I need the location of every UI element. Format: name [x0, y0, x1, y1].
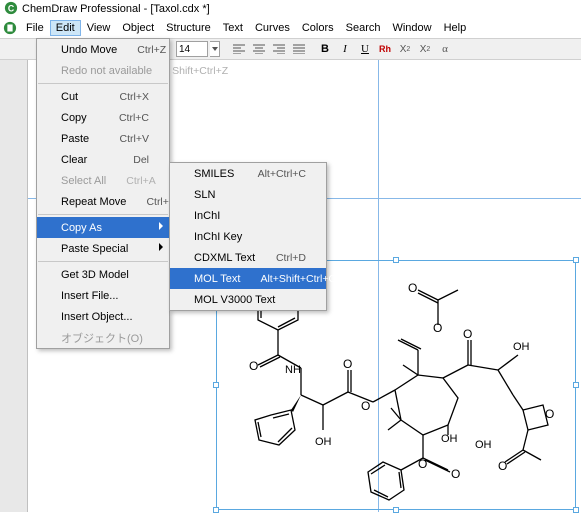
subscript-button[interactable]: X2	[396, 40, 414, 58]
menuitem-copyas[interactable]: Copy As	[37, 217, 169, 238]
menuitem-pastespecial[interactable]: Paste Special	[37, 238, 169, 259]
menu-colors[interactable]: Colors	[296, 20, 340, 36]
svg-text:O: O	[451, 467, 460, 481]
formula-button[interactable]: Rh	[376, 40, 394, 58]
edit-menu: Undo MoveCtrl+Z Redo not availableShift+…	[36, 38, 170, 349]
align-justify-icon[interactable]	[290, 40, 308, 58]
svg-text:OH: OH	[441, 433, 458, 445]
svg-text:OH: OH	[513, 341, 530, 353]
symbol-button[interactable]: α	[436, 40, 454, 58]
menu-object[interactable]: Object	[116, 20, 160, 36]
align-left-icon[interactable]	[230, 40, 248, 58]
menuitem-inchikey[interactable]: InChI Key	[170, 226, 326, 247]
align-center-icon[interactable]	[250, 40, 268, 58]
copyas-submenu: SMILESAlt+Ctrl+C SLN InChI InChI Key CDX…	[169, 162, 327, 311]
svg-text:OH: OH	[315, 436, 332, 448]
svg-text:O: O	[249, 359, 258, 373]
svg-text:NH: NH	[285, 364, 301, 376]
menu-window[interactable]: Window	[386, 20, 437, 36]
svg-text:O: O	[433, 321, 442, 335]
resize-handle[interactable]	[393, 257, 399, 263]
menubar: File Edit View Object Structure Text Cur…	[0, 18, 581, 38]
menu-view[interactable]: View	[81, 20, 117, 36]
fontsize-dropdown[interactable]	[210, 41, 220, 57]
menuitem-selectall: Select AllCtrl+A	[37, 170, 169, 191]
menuitem-inchi[interactable]: InChI	[170, 205, 326, 226]
menuitem-objekt: オブジェクト(O)	[37, 327, 169, 348]
menuitem-insertfile[interactable]: Insert File...	[37, 285, 169, 306]
menu-text[interactable]: Text	[217, 20, 249, 36]
menuitem-moltext[interactable]: MOL TextAlt+Shift+Ctrl+O	[170, 268, 326, 289]
svg-text:O: O	[361, 399, 370, 413]
menuitem-redo: Redo not availableShift+Ctrl+Z	[37, 60, 169, 81]
svg-text:O: O	[343, 357, 352, 371]
menu-search[interactable]: Search	[340, 20, 387, 36]
menuitem-copy[interactable]: CopyCtrl+C	[37, 107, 169, 128]
menuitem-repeat[interactable]: Repeat MoveCtrl+Y	[37, 191, 169, 212]
menuitem-clear[interactable]: ClearDel	[37, 149, 169, 170]
svg-text:O: O	[463, 327, 472, 341]
menu-structure[interactable]: Structure	[160, 20, 217, 36]
menu-help[interactable]: Help	[438, 20, 473, 36]
app-icon: C	[4, 1, 18, 18]
submenu-arrow-icon	[159, 222, 163, 230]
menuitem-insertobject[interactable]: Insert Object...	[37, 306, 169, 327]
submenu-arrow-icon	[159, 243, 163, 251]
resize-handle[interactable]	[213, 507, 219, 513]
window-title: ChemDraw Professional - [Taxol.cdx *]	[22, 3, 210, 15]
menuitem-cut[interactable]: CutCtrl+X	[37, 86, 169, 107]
titlebar: C ChemDraw Professional - [Taxol.cdx *]	[0, 0, 581, 18]
underline-button[interactable]: U	[356, 40, 374, 58]
menuitem-mol3000[interactable]: MOL V3000 Text	[170, 289, 326, 310]
menu-file[interactable]: File	[20, 20, 50, 36]
svg-text:O: O	[498, 459, 507, 473]
svg-text:OH: OH	[475, 439, 492, 451]
ruler-left	[0, 60, 28, 512]
menuitem-undo[interactable]: Undo MoveCtrl+Z	[37, 39, 169, 60]
resize-handle[interactable]	[573, 257, 579, 263]
fontsize-field[interactable]: 14	[176, 41, 208, 57]
svg-text:O: O	[408, 281, 417, 295]
menuitem-cdxml[interactable]: CDXML TextCtrl+D	[170, 247, 326, 268]
menuitem-smiles[interactable]: SMILESAlt+Ctrl+C	[170, 163, 326, 184]
menu-edit[interactable]: Edit	[50, 20, 81, 36]
superscript-button[interactable]: X2	[416, 40, 434, 58]
svg-text:O: O	[545, 407, 554, 421]
menuitem-paste[interactable]: PasteCtrl+V	[37, 128, 169, 149]
bold-button[interactable]: B	[316, 40, 334, 58]
resize-handle[interactable]	[573, 382, 579, 388]
italic-button[interactable]: I	[336, 40, 354, 58]
align-right-icon[interactable]	[270, 40, 288, 58]
resize-handle[interactable]	[213, 382, 219, 388]
resize-handle[interactable]	[573, 507, 579, 513]
doc-icon	[2, 20, 18, 36]
menu-curves[interactable]: Curves	[249, 20, 296, 36]
menuitem-sln[interactable]: SLN	[170, 184, 326, 205]
menuitem-get3d[interactable]: Get 3D Model	[37, 264, 169, 285]
svg-text:C: C	[8, 3, 15, 13]
